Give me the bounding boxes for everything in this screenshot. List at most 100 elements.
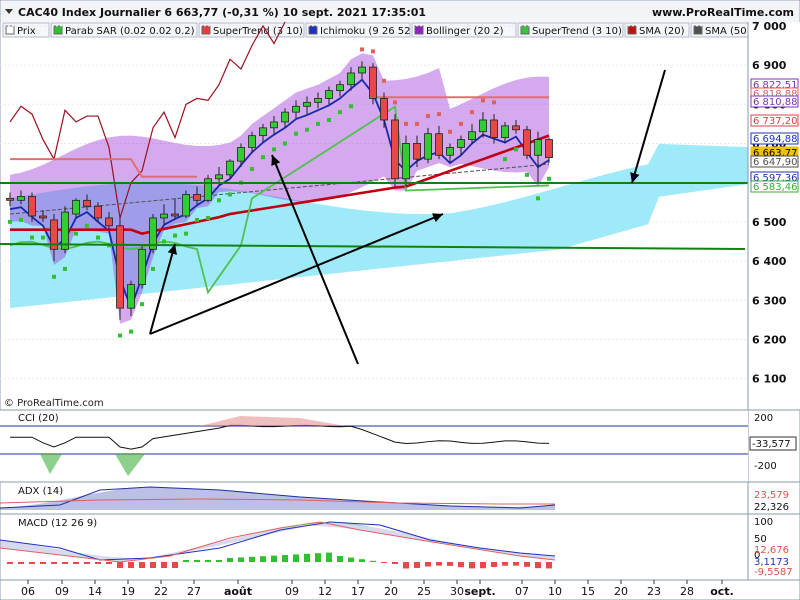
price-label: 6 810,88 [753,97,798,108]
legend-swatch [627,25,637,35]
sar-dot [294,131,298,136]
sar-dot [327,117,331,122]
legend-label: Parab SAR (0.02 0.02 0.2) [65,26,195,37]
macd-histogram-bar [260,556,266,562]
y-tick-label: 7 000 [752,20,787,33]
candle-body [512,125,520,131]
sar-dot [272,147,276,152]
site-label: www.ProRealTime.com [652,6,794,19]
indicator-legend: Prix Parab SAR (0.02 0.02 0.2) SuperTrend … [2,22,752,38]
candle-body [325,90,333,99]
candle-body [490,119,498,139]
x-tick-label: 19 [121,585,135,598]
macd-histogram-bar [84,562,90,564]
sar-dot [305,127,309,132]
x-tick-label: 14 [88,585,102,598]
adx-label: ADX (14) [18,486,63,497]
macd-histogram-bar [194,560,200,562]
sar-dot [140,302,144,307]
candle-body [402,143,410,180]
legend-label: Ichimoku (9 26 52) [320,26,414,37]
candle-body [83,199,91,207]
candle-body [248,135,256,148]
cci-panel: CCI (20) 200 -200 -33,577 [0,409,800,482]
adx-value-2: 22,326 [754,502,789,513]
sar-dot [360,47,364,52]
x-tick-label: 22 [154,585,168,598]
macd-histogram-bar [18,562,24,564]
macd-histogram-bar [513,562,519,566]
legend-swatch [693,25,703,35]
macd-histogram-bar [7,562,13,564]
candle-body [391,119,399,180]
x-tick-label: 10 [548,585,562,598]
sar-dot [8,219,12,224]
macd-histogram-bar [128,562,134,568]
macd-histogram-bar [337,556,343,562]
sar-dot [30,235,34,240]
cci-tick-minus-200: -200 [754,461,777,472]
candle-body [6,197,14,201]
sar-dot [470,110,474,115]
x-tick-label: 15 [581,585,595,598]
x-tick-label: 17 [351,585,365,598]
macd-histogram-bar [150,562,156,568]
macd-histogram-bar [403,562,409,569]
x-tick-label: 07 [515,585,529,598]
y-tick-label: 6 200 [752,333,787,346]
sar-dot [459,121,463,126]
sar-dot [184,231,188,236]
sar-dot [382,78,386,83]
candle-body [501,125,509,139]
sar-dot [525,172,529,177]
candle-body [479,119,487,133]
macd-histogram-bar [62,562,68,564]
candle-body [94,205,102,219]
cci-label: CCI (20) [18,413,59,424]
legend-swatch [308,25,318,35]
candle-body [424,133,432,160]
candle-body [281,111,289,123]
macd-histogram-bar [249,556,255,562]
macd-tick-100: 100 [754,517,773,528]
candle-body [171,213,179,217]
y-tick-label: 6 500 [752,216,787,229]
x-tick-label: sept. [464,585,495,598]
candle-body [226,160,234,176]
sar-dot [503,157,507,162]
sar-dot [437,112,441,117]
sar-dot [63,266,67,271]
sar-dot [316,121,320,126]
candle-body [105,217,113,227]
candle-body [116,225,124,309]
candle-body [435,133,443,156]
candle-body [314,98,322,103]
macd-histogram-bar [95,562,101,564]
candle-body [468,131,476,140]
sar-dot [52,274,56,279]
sar-dot [492,100,496,105]
macd-value-1: 12,676 [754,545,789,556]
sar-dot [371,49,375,54]
macd-histogram-bar [304,553,310,562]
price-label: 6 737,20 [753,116,798,127]
sar-dot [261,155,265,160]
candle-body [138,248,146,285]
candle-body [39,215,47,219]
legend-swatch [53,25,63,35]
candle-body [303,101,311,107]
macd-histogram-bar [172,562,178,568]
cci-value: -33,577 [752,439,791,450]
sar-dot [162,239,166,244]
candle-body [237,147,245,162]
legend-label: Prix [17,26,36,37]
sar-dot [547,176,551,181]
macd-histogram-bar [106,562,112,564]
sar-dot [96,235,100,240]
sar-dot [206,215,210,220]
macd-histogram-bar [436,562,442,566]
macd-histogram-bar [29,562,35,564]
macd-histogram-bar [73,562,79,564]
candle-body [259,127,267,137]
candle-body [28,196,36,217]
